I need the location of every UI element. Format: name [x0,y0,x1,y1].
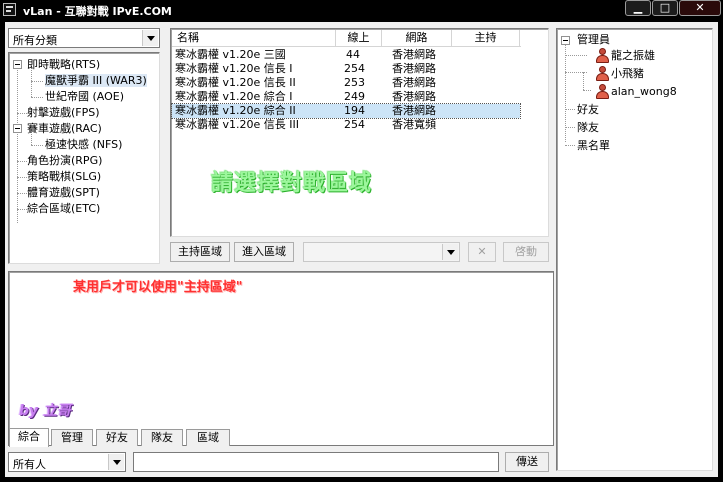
room-name: 寒冰霸權 v1.20e 三國 [175,48,286,61]
collapse-admins-icon[interactable] [561,36,570,45]
tab-admin[interactable]: 管理 [51,429,93,446]
recipient-select[interactable]: 所有人 [8,452,126,472]
room-network: 香港網路 [392,104,436,117]
user-icon [595,84,609,99]
collapse-rac-icon[interactable] [13,124,22,133]
chevron-down-icon[interactable] [142,30,158,46]
chat-message: 某用戶才可以使用"主持區域" [73,280,243,295]
category-label: 角色扮演(RPG) [27,154,103,167]
area-select[interactable] [303,242,460,262]
user-item[interactable]: 小飛豬 [611,66,644,82]
room-name: 寒冰霸權 v1.20e 綜合 I [175,90,293,103]
delete-button[interactable]: ✕ [468,242,496,262]
category-aoe[interactable]: 世紀帝國 (AOE) [45,89,124,105]
client-area: 所有分類 即時戰略(RTS) 魔獸爭霸 III (WAR3) 世紀帝國 (AOE… [5,22,718,477]
group-teammates[interactable]: 隊友 [577,120,599,136]
category-filter-select[interactable]: 所有分類 [8,28,160,48]
room-online-count: 44 [346,48,360,61]
room-online-count: 254 [344,62,365,75]
room-online-count: 254 [344,118,365,131]
category-label: 射擊遊戲(FPS) [27,106,100,119]
category-label: 賽車遊戲(RAC) [27,122,102,135]
column-online[interactable]: 線上 [336,30,382,47]
category-spt[interactable]: 體育遊戲(SPT) [27,185,100,201]
enter-area-button[interactable]: 進入區域 [234,242,294,262]
recipient-value: 所有人 [13,458,46,471]
select-area-hint: 請選擇對戰區域 [211,171,373,196]
room-network: 香港網路 [392,76,436,89]
maximize-button[interactable]: □ [652,0,678,16]
category-slg[interactable]: 策略戰棋(SLG) [27,169,101,185]
category-nfs[interactable]: 極速快感 (NFS) [45,137,122,153]
category-rpg[interactable]: 角色扮演(RPG) [27,153,102,169]
tab-area[interactable]: 區域 [186,429,230,446]
category-etc[interactable]: 綜合區域(ETC) [27,201,100,217]
room-network: 香港網路 [392,48,436,61]
group-friends[interactable]: 好友 [577,102,599,118]
room-name: 寒冰霸權 v1.20e 信長 II [175,76,296,89]
room-network: 香港寬頻 [392,118,436,131]
room-list[interactable]: 名稱 線上 網路 主持 寒冰霸權 v1.20e 三國 44 香港網路 寒冰霸權 … [170,28,549,237]
window-title: vLan - 互聯對戰 IPvE.COM [23,5,172,18]
category-label: 體育遊戲(SPT) [27,186,100,199]
user-icon [595,66,609,81]
room-online-count: 249 [344,90,365,103]
room-name: 寒冰霸權 v1.20e 信長 I [175,62,293,75]
category-label: 綜合區域(ETC) [27,202,101,215]
room-online-count: 194 [344,104,365,117]
column-name[interactable]: 名稱 [172,30,336,47]
category-label: 策略戰棋(SLG) [27,170,102,183]
app-icon[interactable] [3,3,16,16]
category-tree[interactable]: 即時戰略(RTS) 魔獸爭霸 III (WAR3) 世紀帝國 (AOE) 射擊遊… [8,52,160,264]
user-icon [595,48,609,63]
close-button[interactable]: ✕ [679,0,721,16]
column-host[interactable]: 主持 [452,30,520,47]
user-panel[interactable]: 管理員 龍之振雄 小飛豬 alan_wong8 好友 隊友 黑名單 [556,28,713,471]
group-blacklist[interactable]: 黑名單 [577,138,610,154]
tab-general[interactable]: 綜合 [9,428,49,447]
room-row[interactable]: 寒冰霸權 v1.20e 信長 I 254 香港網路 [172,62,520,76]
app-window: vLan - 互聯對戰 IPvE.COM ▁ □ ✕ 所有分類 即時戰略(RTS… [0,0,723,482]
category-label: 極速快感 (NFS) [45,138,123,151]
host-area-button[interactable]: 主持區域 [170,242,230,262]
user-item[interactable]: 龍之振雄 [611,48,655,64]
category-war3[interactable]: 魔獸爭霸 III (WAR3) [45,73,147,89]
chat-input[interactable] [133,452,499,472]
start-button[interactable]: 啓動 [503,242,549,262]
room-network: 香港網路 [392,62,436,75]
collapse-rts-icon[interactable] [13,60,22,69]
chevron-down-icon[interactable] [108,454,124,470]
user-item[interactable]: alan_wong8 [611,84,677,100]
signature-text: by 立哥 [19,403,72,419]
category-rts[interactable]: 即時戰略(RTS) [27,57,100,73]
room-row-selected[interactable]: 寒冰霸權 v1.20e 綜合 II 194 香港網路 [171,103,521,119]
category-fps[interactable]: 射擊遊戲(FPS) [27,105,100,121]
category-label: 世紀帝國 (AOE) [45,90,125,103]
minimize-button[interactable]: ▁ [625,0,651,16]
room-name: 寒冰霸權 v1.20e 信長 III [175,118,299,131]
category-rac[interactable]: 賽車遊戲(RAC) [27,121,102,137]
chat-log[interactable]: 某用戶才可以使用"主持區域" by 立哥 [8,271,554,446]
room-row[interactable]: 寒冰霸權 v1.20e 綜合 I 249 香港網路 [172,90,520,104]
room-row[interactable]: 寒冰霸權 v1.20e 信長 III 254 香港寬頻 [172,118,520,132]
tab-teammates[interactable]: 隊友 [141,429,183,446]
room-name: 寒冰霸權 v1.20e 綜合 II [175,104,296,117]
tab-friends[interactable]: 好友 [96,429,138,446]
send-button[interactable]: 傳送 [505,452,549,472]
category-filter-value: 所有分類 [13,34,57,47]
room-row[interactable]: 寒冰霸權 v1.20e 信長 II 253 香港網路 [172,76,520,90]
chevron-down-icon[interactable] [442,244,458,260]
category-label: 即時戰略(RTS) [27,58,101,71]
column-network[interactable]: 網路 [382,30,452,47]
room-row[interactable]: 寒冰霸權 v1.20e 三國 44 香港網路 [172,48,520,62]
group-admins[interactable]: 管理員 [577,32,610,48]
room-network: 香港網路 [392,90,436,103]
title-bar[interactable]: vLan - 互聯對戰 IPvE.COM ▁ □ ✕ [0,0,723,20]
room-list-header: 名稱 線上 網路 主持 [172,30,521,47]
room-online-count: 253 [344,76,365,89]
category-label: 魔獸爭霸 III (WAR3) [45,74,147,87]
